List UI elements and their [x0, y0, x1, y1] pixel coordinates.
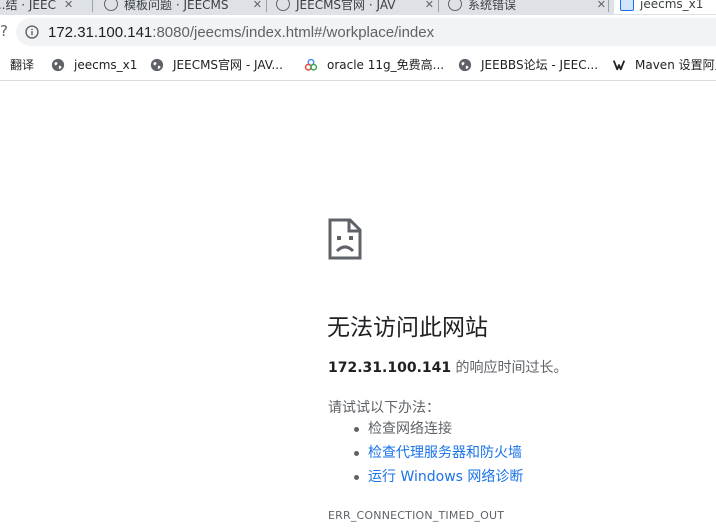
- error-summary-text: 的响应时间过长。: [451, 360, 568, 376]
- tab-5-active[interactable]: jeecms_x1: [614, 0, 716, 14]
- bookmark-translate[interactable]: 翻译: [10, 49, 34, 80]
- globe-icon: [150, 58, 164, 71]
- toolbar: ? 172.31.100.141:8080/jeecms/index.html#…: [0, 15, 716, 49]
- bookmark-oracle[interactable]: oracle 11g_免费高...: [304, 49, 444, 80]
- tab-strip: ...结 · JEEC ✕ 模板问题 · JEECMS ✕ JEECMS官网 ·…: [0, 0, 716, 15]
- globe-icon: [448, 0, 462, 11]
- bookmark-jeecms-x1[interactable]: jeecms_x1: [51, 49, 137, 80]
- bookmark-label: Maven 设置阿里: [635, 58, 716, 72]
- error-title: 无法访问此网站: [327, 315, 488, 341]
- close-icon[interactable]: ✕: [253, 0, 262, 11]
- maven-icon: [612, 59, 626, 70]
- suggestions-list: 检查网络连接 检查代理服务器和防火墙 运行 Windows 网络诊断: [348, 418, 523, 490]
- tab-title: 模板问题 · JEECMS: [124, 0, 229, 12]
- tab-2-close[interactable]: ✕: [232, 0, 262, 14]
- globe-icon: [51, 58, 65, 71]
- tab-separator: [438, 0, 439, 12]
- tab-title: JEECMS官网 · JAV: [296, 0, 396, 12]
- error-code: ERR_CONNECTION_TIMED_OUT: [328, 509, 505, 522]
- tab-1[interactable]: ...结 · JEEC ✕: [0, 0, 82, 14]
- oracle-icon: [304, 58, 318, 71]
- reload-button[interactable]: ?: [0, 22, 8, 40]
- bookmark-label: jeecms_x1: [74, 57, 138, 72]
- bookmark-label: oracle 11g_免费高...: [327, 58, 445, 72]
- tab-separator: [608, 0, 609, 12]
- error-host: 172.31.100.141: [328, 360, 452, 376]
- bookmark-jeebbs[interactable]: JEEBBS论坛 - JEEC...: [458, 49, 598, 80]
- suggestion-text: 检查网络连接: [368, 421, 452, 437]
- bookmark-maven[interactable]: Maven 设置阿里: [612, 49, 716, 80]
- tab-4-close[interactable]: ✕: [576, 0, 606, 14]
- tab-separator: [266, 0, 267, 12]
- bookmark-label: JEEBBS论坛 - JEEC...: [481, 58, 599, 72]
- tab-separator: [92, 0, 93, 12]
- network-diagnostics-link[interactable]: 运行 Windows 网络诊断: [368, 469, 523, 485]
- close-icon[interactable]: ✕: [597, 0, 606, 11]
- tab-title: ...结 · JEEC: [0, 0, 56, 12]
- suggestions-heading: 请试试以下办法：: [328, 400, 440, 416]
- info-icon[interactable]: [25, 25, 39, 39]
- suggestion-check-connection: 检查网络连接: [348, 418, 523, 442]
- tab-title: 系统错误: [468, 0, 517, 12]
- globe-icon: [276, 0, 290, 11]
- url-path: :8080/jeecms/index.html#/workplace/index: [152, 23, 435, 41]
- error-summary: 172.31.100.141 的响应时间过长。: [328, 357, 568, 377]
- globe-icon: [104, 0, 118, 11]
- check-proxy-link[interactable]: 检查代理服务器和防火墙: [368, 445, 522, 461]
- tab-title: jeecms_x1: [640, 0, 704, 11]
- bookmark-label: 翻译: [10, 58, 35, 72]
- close-icon[interactable]: ✕: [425, 0, 434, 11]
- address-bar[interactable]: 172.31.100.141:8080/jeecms/index.html#/w…: [16, 18, 716, 46]
- sad-page-icon: [328, 218, 362, 260]
- suggestion-run-diagnostics: 运行 Windows 网络诊断: [348, 466, 523, 490]
- globe-icon: [458, 58, 472, 71]
- url-host: 172.31.100.141: [48, 23, 153, 41]
- tab-3-close[interactable]: ✕: [404, 0, 434, 14]
- bookmark-label: JEECMS官网 - JAV...: [173, 58, 283, 72]
- bookmarks-bar: 翻译 jeecms_x1 JEECMS官网 - JAV... oracle 11…: [0, 49, 716, 81]
- bookmark-jeecms-official[interactable]: JEECMS官网 - JAV...: [150, 49, 283, 80]
- url-text[interactable]: 172.31.100.141:8080/jeecms/index.html#/w…: [48, 24, 434, 41]
- page-icon: [620, 0, 634, 11]
- close-icon[interactable]: ✕: [64, 0, 73, 11]
- suggestion-check-proxy: 检查代理服务器和防火墙: [348, 442, 523, 466]
